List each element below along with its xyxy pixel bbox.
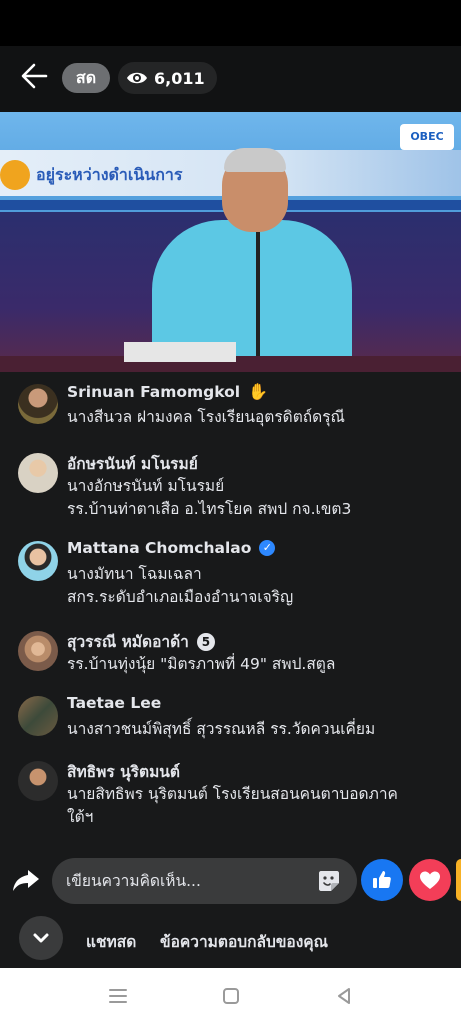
- comment-author: Mattana Chomchalao ✓: [67, 539, 276, 557]
- recent-apps-button[interactable]: [106, 984, 130, 1008]
- comment-author: อักษรนันท์ มโนรมย์: [67, 451, 198, 476]
- comment[interactable]: Mattana Chomchalao ✓ นางมัทนา โฉมเฉลา สก…: [0, 539, 461, 611]
- comment[interactable]: Srinuan Famomgkol ✋ นางสีนวล ฝามงคล โรงเ…: [0, 382, 461, 442]
- fan-badge: 5: [196, 632, 215, 651]
- comment-text: นางสีนวล ฝามงคล โรงเรียนอุตรดิตถ์ดรุณี: [67, 406, 447, 429]
- comment-author-name: Taetae Lee: [67, 694, 162, 712]
- eye-icon: [127, 72, 147, 84]
- comment-author: Taetae Lee: [67, 694, 161, 712]
- system-nav-bar: [0, 968, 461, 1024]
- comment[interactable]: อักษรนันท์ มโนรมย์ นางอักษรนันท์ มโนรมย์…: [0, 451, 461, 523]
- avatar: [18, 541, 58, 581]
- comment-line: รร.บ้านทุ่งนุ้ย "มิตรภาพที่ 49" สพป.สตูล: [67, 655, 336, 673]
- avatar: [18, 761, 58, 801]
- heart-icon: [420, 871, 440, 889]
- comment-line: นางสาวชนม์พิสุทธิ์ สุวรรณหลี รร.วัดควนเค…: [67, 720, 376, 738]
- back-button[interactable]: [16, 60, 54, 92]
- more-reactions-button[interactable]: [456, 859, 461, 901]
- comment-author: Srinuan Famomgkol ✋: [67, 382, 268, 401]
- comment-author-name: สุวรรณี หมัดอาด้า: [67, 633, 189, 651]
- nameplate: [124, 342, 236, 362]
- love-reaction-button[interactable]: [409, 859, 451, 901]
- share-icon: [13, 870, 39, 891]
- comment-author-name: Mattana Chomchalao: [67, 539, 252, 557]
- live-badge: สด: [62, 63, 110, 93]
- comment-line: รร.บ้านท่าตาเสือ อ.ไทรโยค สพป กจ.เขต3: [67, 500, 352, 518]
- avatar: [18, 631, 58, 671]
- comment[interactable]: Taetae Lee นางสาวชนม์พิสุทธิ์ สุวรรณหลี …: [0, 694, 461, 744]
- chevron-down-icon: [33, 933, 49, 943]
- viewer-count-badge: 6,011: [118, 62, 217, 94]
- thumbs-up-icon: [373, 871, 391, 888]
- tab-live-chat[interactable]: แชทสด: [86, 929, 136, 954]
- comment-line: นางอักษรนันท์ มโนรมย์: [67, 477, 225, 495]
- comment[interactable]: สิทธิพร นุริตมนต์ นายสิทธิพร นุริตมนต์ โ…: [0, 759, 461, 831]
- live-video-screen: สด 6,011 อยู่ระหว่างดำเนินการ OBEC Srinu…: [0, 46, 461, 968]
- comment-line: ใต้ฯ: [67, 808, 94, 826]
- video-banner-text: อยู่ระหว่างดำเนินการ: [36, 165, 183, 184]
- top-bar: สด 6,011: [0, 46, 461, 112]
- collapse-chat-button[interactable]: [19, 916, 63, 960]
- avatar: [18, 696, 58, 736]
- comment-line: นางสีนวล ฝามงคล โรงเรียนอุตรดิตถ์ดรุณี: [67, 408, 345, 426]
- speaker-hair: [224, 148, 286, 172]
- avatar: [18, 384, 58, 424]
- comment-author-name: สิทธิพร นุริตมนต์: [67, 763, 180, 781]
- comment-text: นางสาวชนม์พิสุทธิ์ สุวรรณหลี รร.วัดควนเค…: [67, 718, 447, 741]
- comment-author: สิทธิพร นุริตมนต์: [67, 759, 180, 784]
- comment-line: สกร.ระดับอำเภอเมืองอำนาจเจริญ: [67, 588, 294, 606]
- comment-input[interactable]: [66, 858, 306, 904]
- comment-text: นายสิทธิพร นุริตมนต์ โรงเรียนสอนคนตาบอดภ…: [67, 783, 447, 829]
- live-chat-list: Srinuan Famomgkol ✋ นางสีนวล ฝามงคล โรงเ…: [0, 382, 461, 852]
- comment-author: สุวรรณี หมัดอาด้า 5: [67, 629, 215, 654]
- status-bar: [0, 0, 461, 46]
- system-back-button[interactable]: [332, 984, 356, 1008]
- menu-icon: [109, 989, 127, 1003]
- wave-icon: ✋: [248, 382, 269, 401]
- tab-your-replies[interactable]: ข้อความตอบกลับของคุณ: [160, 929, 328, 954]
- live-video-player[interactable]: อยู่ระหว่างดำเนินการ OBEC: [0, 112, 461, 372]
- comment-author-name: อักษรนันท์ มโนรมย์: [67, 455, 198, 473]
- like-reaction-button[interactable]: [361, 859, 403, 901]
- comment-text: นางมัทนา โฉมเฉลา สกร.ระดับอำเภอเมืองอำนา…: [67, 563, 447, 609]
- sticker-button[interactable]: [315, 867, 343, 895]
- back-triangle-icon: [338, 988, 350, 1004]
- check-icon: [0, 160, 30, 190]
- share-button[interactable]: [10, 864, 42, 896]
- viewer-count: 6,011: [154, 68, 205, 88]
- verified-icon: ✓: [259, 540, 276, 556]
- home-square-icon: [223, 988, 239, 1004]
- sticker-icon: [319, 871, 339, 891]
- home-button[interactable]: [219, 984, 243, 1008]
- comment-text: นางอักษรนันท์ มโนรมย์ รร.บ้านท่าตาเสือ อ…: [67, 475, 447, 521]
- back-arrow-icon: [21, 63, 48, 89]
- channel-logo: OBEC: [400, 124, 454, 150]
- comment-composer: [0, 854, 461, 910]
- comment-line: นางมัทนา โฉมเฉลา: [67, 565, 202, 583]
- comment-author-name: Srinuan Famomgkol: [67, 382, 241, 401]
- comment[interactable]: สุวรรณี หมัดอาด้า 5 รร.บ้านทุ่งนุ้ย "มิต…: [0, 629, 461, 679]
- comment-text: รร.บ้านทุ่งนุ้ย "มิตรภาพที่ 49" สพป.สตูล: [67, 653, 447, 676]
- microphone: [256, 232, 260, 362]
- comment-input-box[interactable]: [52, 858, 357, 904]
- comment-line: นายสิทธิพร นุริตมนต์ โรงเรียนสอนคนตาบอดภ…: [67, 785, 398, 803]
- chat-tabs: แชทสด ข้อความตอบกลับของคุณ: [0, 912, 461, 968]
- channel-logo-text: OBEC: [410, 130, 444, 143]
- avatar: [18, 453, 58, 493]
